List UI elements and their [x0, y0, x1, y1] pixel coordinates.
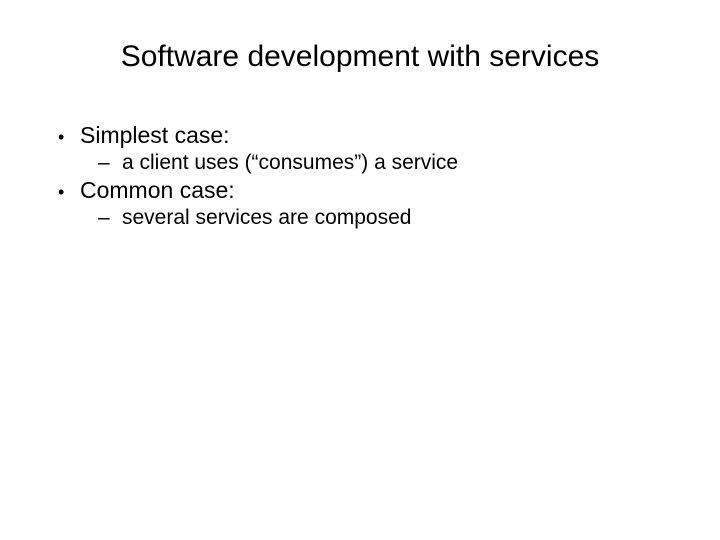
bullet-icon [54, 122, 80, 149]
list-item-text: Simplest case: [80, 122, 680, 149]
dash-icon [98, 151, 122, 175]
slide-content: Simplest case: a client uses (“consumes”… [40, 122, 680, 230]
list-item: Simplest case: [54, 122, 680, 149]
list-item-text: Common case: [80, 177, 680, 204]
bullet-icon [54, 177, 80, 204]
list-sub-item: a client uses (“consumes”) a service [54, 151, 680, 175]
list-item: Common case: [54, 177, 680, 204]
list-sub-item: several services are composed [54, 206, 680, 230]
dash-icon [98, 206, 122, 230]
slide-title: Software development with services [40, 40, 680, 74]
list-sub-item-text: several services are composed [122, 206, 680, 230]
list-sub-item-text: a client uses (“consumes”) a service [122, 151, 680, 175]
